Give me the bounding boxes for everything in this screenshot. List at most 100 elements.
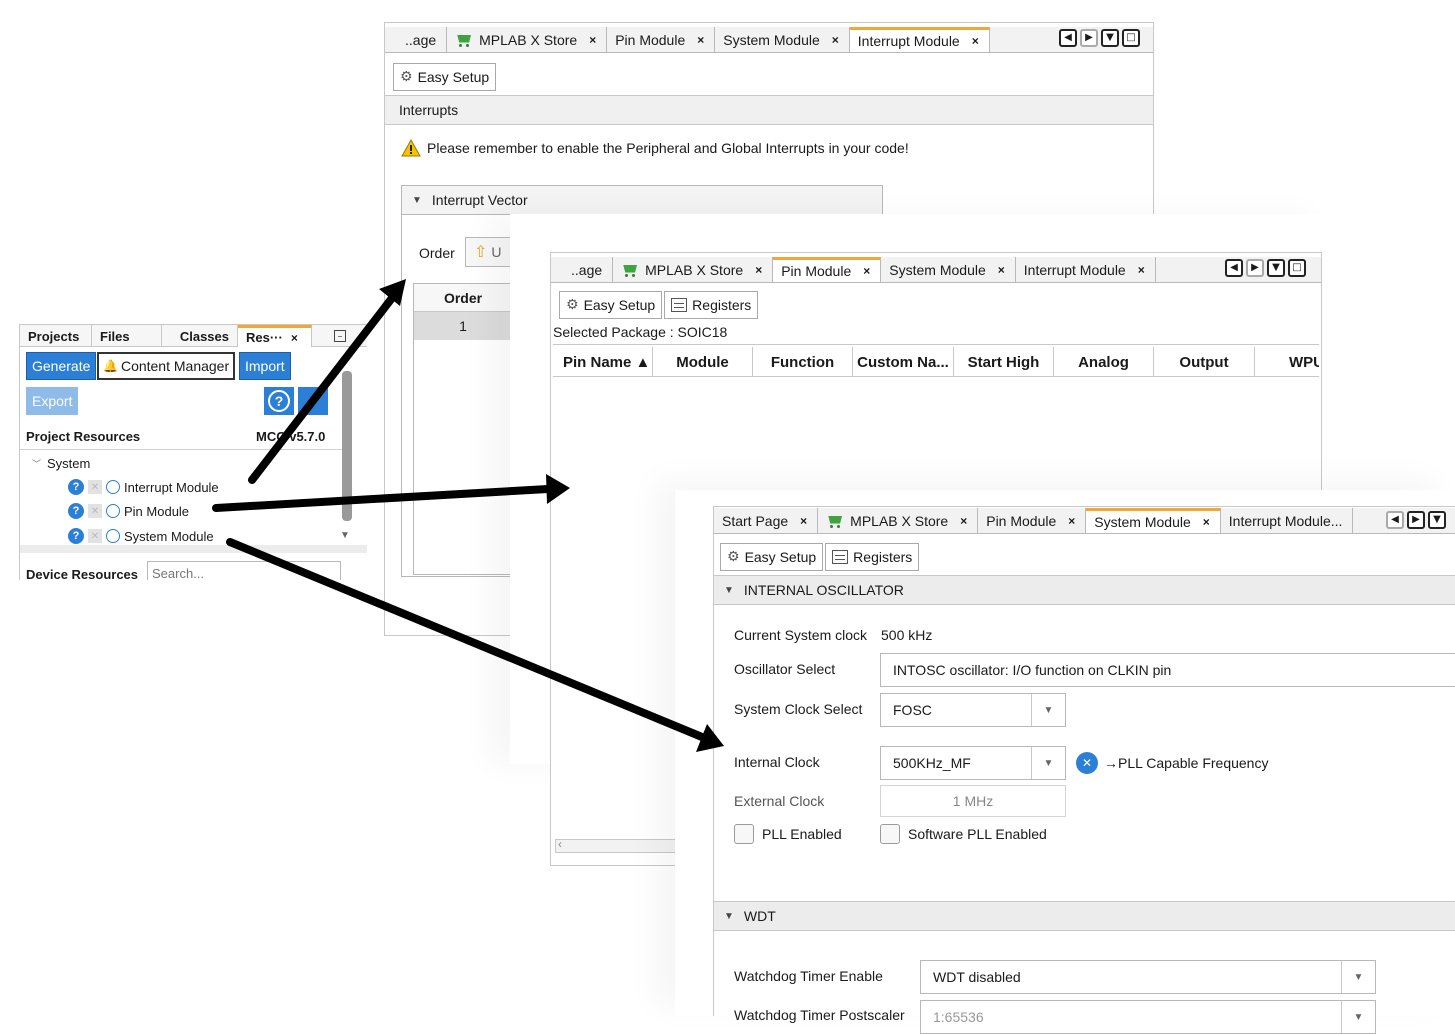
maximize-icon[interactable]: □ (1122, 29, 1140, 47)
tree-item-pin-module[interactable]: ? ✕ Pin Module (68, 503, 189, 519)
scroll-left-icon[interactable]: ◀ (1386, 511, 1404, 529)
dropdown-icon[interactable]: ▼ (1267, 259, 1285, 277)
tab-system-module[interactable]: System Module × (881, 257, 1016, 282)
col-module[interactable]: Module (653, 347, 753, 377)
pin-subtabs: ⚙ Easy Setup Registers (559, 291, 759, 319)
scroll-left-arrow-icon[interactable]: ‹ (558, 837, 562, 851)
close-icon[interactable]: × (832, 33, 839, 47)
settings-icon[interactable] (298, 387, 328, 415)
tab-pin-module[interactable]: Pin Module × (978, 508, 1087, 533)
tab-interrupt-module[interactable]: Interrupt Module × (849, 27, 990, 52)
checkbox-box[interactable] (880, 824, 900, 844)
order-cell[interactable]: 1 (414, 312, 512, 340)
tab-start-page[interactable]: Start Page × (714, 508, 819, 533)
close-icon[interactable]: × (960, 514, 967, 528)
scroll-down-icon[interactable]: ▼ (340, 530, 350, 541)
maximize-icon[interactable]: □ (1288, 259, 1306, 277)
tab-pin-module[interactable]: Pin Module × (773, 257, 882, 282)
col-wpu[interactable]: WPU (1255, 347, 1319, 377)
import-button[interactable]: Import (239, 352, 291, 380)
close-icon[interactable]: × (1203, 515, 1210, 529)
sys-clock-dropdown[interactable]: FOSC ▼ (880, 693, 1066, 727)
dropdown-icon[interactable]: ▼ (1101, 29, 1119, 47)
close-icon[interactable]: × (1068, 514, 1075, 528)
order-column-header[interactable]: Order (414, 284, 512, 312)
tab-start-page[interactable]: ..age (385, 27, 448, 52)
col-custom-name[interactable]: Custom Na... (853, 347, 954, 377)
chevron-down-icon[interactable]: ▼ (1031, 694, 1065, 726)
checkbox-box[interactable] (734, 824, 754, 844)
pin-table-header: Pin Name ▲ Module Function Custom Na... … (553, 347, 1319, 377)
close-icon[interactable]: × (1138, 263, 1145, 277)
chevron-down-icon[interactable]: ▼ (1031, 747, 1065, 779)
scroll-right-icon[interactable]: ▶ (1407, 511, 1425, 529)
minimize-icon[interactable]: − (334, 330, 346, 342)
close-icon[interactable]: × (291, 331, 298, 345)
col-function[interactable]: Function (753, 347, 853, 377)
tab-projects[interactable]: Projects (20, 325, 92, 347)
generate-button[interactable]: Generate (26, 352, 97, 380)
pll-enabled-checkbox[interactable]: PLL Enabled (734, 824, 842, 844)
scroll-right-icon[interactable]: ▶ (1246, 259, 1264, 277)
easy-setup-tab[interactable]: ⚙ Easy Setup (720, 543, 824, 571)
close-icon[interactable]: × (863, 264, 870, 278)
easy-setup-tab[interactable]: ⚙ Easy Setup (393, 63, 497, 91)
wdt-enable-dropdown[interactable]: WDT disabled ▼ (920, 960, 1376, 994)
wdt-postscaler-dropdown[interactable]: 1:65536 ▼ (920, 1000, 1376, 1034)
tab-system-module[interactable]: System Module × (1086, 508, 1221, 533)
close-icon[interactable]: × (800, 514, 807, 528)
tab-interrupt-module[interactable]: Interrupt Module... (1220, 508, 1354, 533)
interrupt-vector-header[interactable]: ▼ Interrupt Vector (401, 185, 883, 215)
chevron-down-icon[interactable]: ▼ (1341, 1001, 1375, 1033)
col-pin-name[interactable]: Pin Name ▲ (553, 347, 653, 377)
help-icon[interactable]: ? (68, 479, 84, 495)
tab-classes[interactable]: Classes (162, 325, 238, 347)
section-title: WDT (743, 908, 776, 924)
content-manager-button[interactable]: 🔔 Content Manager (97, 352, 236, 380)
close-icon[interactable]: × (589, 33, 596, 47)
osc-select-dropdown[interactable]: INTOSC oscillator: I/O function on CLKIN… (880, 653, 1455, 687)
chevron-down-icon[interactable]: ▼ (1341, 961, 1375, 993)
tab-start-page[interactable]: ..age (551, 257, 614, 282)
tab-interrupt-module[interactable]: Interrupt Module × (1015, 257, 1156, 282)
current-clock-label: Current System clock (734, 627, 868, 643)
col-analog[interactable]: Analog (1054, 347, 1154, 377)
export-button[interactable]: Export (26, 387, 79, 415)
close-icon[interactable]: × (755, 263, 762, 277)
tab-mplab-store[interactable]: MPLAB X Store × (447, 27, 608, 52)
easy-setup-tab[interactable]: ⚙ Easy Setup (559, 291, 663, 319)
registers-tab[interactable]: Registers (664, 291, 759, 319)
tab-pin-module[interactable]: Pin Module × (607, 27, 716, 52)
tab-mplab-store[interactable]: MPLAB X Store × (818, 508, 979, 533)
tab-resources[interactable]: Res··· × (238, 325, 312, 347)
col-output[interactable]: Output (1154, 347, 1255, 377)
tab-mplab-store[interactable]: MPLAB X Store × (613, 257, 774, 282)
scroll-right-icon[interactable]: ▶ (1080, 29, 1098, 47)
internal-oscillator-header[interactable]: ▼ INTERNAL OSCILLATOR (714, 575, 1455, 605)
search-input[interactable] (147, 561, 341, 580)
scroll-left-icon[interactable]: ◀ (1059, 29, 1077, 47)
col-start-high[interactable]: Start High (954, 347, 1054, 377)
chevron-down-icon[interactable]: ﹀ (32, 457, 41, 470)
dropdown-icon[interactable]: ▼ (1428, 511, 1446, 529)
close-icon[interactable]: × (998, 263, 1005, 277)
help-icon[interactable]: ? (68, 528, 84, 544)
help-icon[interactable]: ? (264, 387, 294, 415)
close-icon[interactable]: × (972, 34, 979, 48)
scroll-left-icon[interactable]: ◀ (1225, 259, 1243, 277)
tree-root-system[interactable]: ﹀ System (32, 456, 90, 471)
wdt-header[interactable]: ▼ WDT (714, 901, 1455, 931)
internal-clock-dropdown[interactable]: 500KHz_MF ▼ (880, 746, 1066, 780)
col-wpu-label: WPU (1289, 353, 1319, 371)
move-up-button[interactable]: ⇧ U (465, 237, 511, 267)
help-icon[interactable]: ? (68, 503, 84, 519)
vertical-scrollbar[interactable] (342, 371, 352, 521)
tree-item-label: Pin Module (124, 503, 190, 519)
tab-files[interactable]: Files (92, 325, 162, 347)
close-icon[interactable]: × (697, 33, 704, 47)
registers-tab[interactable]: Registers (825, 543, 920, 571)
tree-item-interrupt-module[interactable]: ? ✕ Interrupt Module (68, 479, 219, 495)
tree-item-system-module[interactable]: ? ✕ System Module (68, 528, 214, 544)
sw-pll-enabled-checkbox[interactable]: Software PLL Enabled (880, 824, 1047, 844)
tab-system-module[interactable]: System Module × (715, 27, 850, 52)
